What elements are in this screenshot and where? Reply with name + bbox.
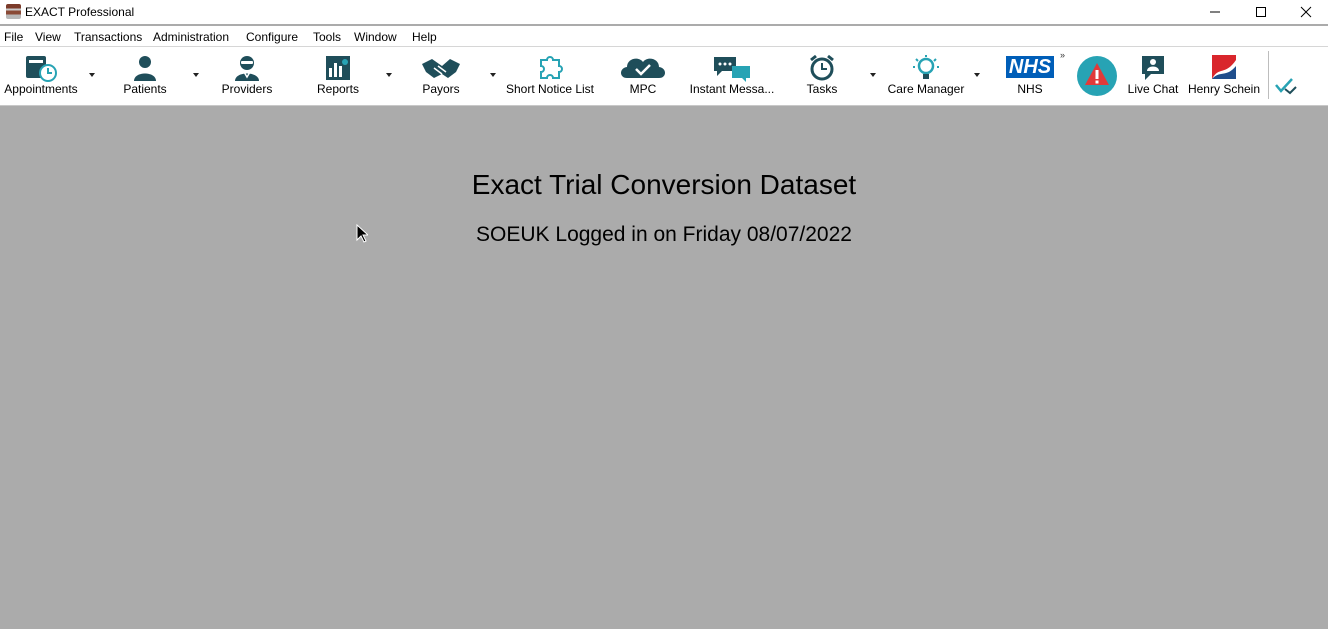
maximize-icon xyxy=(1256,7,1266,17)
menu-window[interactable]: Window xyxy=(354,30,397,44)
alert-button[interactable] xyxy=(1074,47,1120,103)
menu-administration[interactable]: Administration xyxy=(153,30,229,44)
nhs-button[interactable]: NHS NHS xyxy=(1000,47,1060,103)
reports-icon xyxy=(326,56,350,80)
menu-configure[interactable]: Configure xyxy=(246,30,298,44)
close-icon xyxy=(1300,6,1312,18)
appointments-label: Appointments xyxy=(4,82,78,96)
appointments-icon xyxy=(26,56,57,82)
maximize-button[interactable] xyxy=(1239,0,1285,24)
patients-label: Patients xyxy=(123,82,167,96)
alarm-clock-icon xyxy=(810,54,834,81)
henry-schein-button[interactable]: Henry Schein xyxy=(1186,47,1262,103)
toolbar-overflow-chevron[interactable]: » xyxy=(1060,50,1065,60)
payors-dropdown-arrow[interactable] xyxy=(490,73,496,77)
title-bar: EXACT Professional xyxy=(0,0,1328,24)
live-chat-icon xyxy=(1142,56,1164,80)
reports-button[interactable]: Reports xyxy=(306,47,370,103)
tasks-button[interactable]: Tasks xyxy=(796,47,848,103)
app-icon xyxy=(6,4,21,19)
patients-button[interactable]: Patients xyxy=(112,47,178,103)
appointments-dropdown-arrow[interactable] xyxy=(89,73,95,77)
lightbulb-icon xyxy=(913,55,939,79)
menu-bar: File View Transactions Administration Co… xyxy=(0,26,1328,46)
menu-help[interactable]: Help xyxy=(412,30,437,44)
provider-icon xyxy=(235,56,259,81)
alert-icon xyxy=(1077,56,1117,96)
toolbar-separator xyxy=(1268,51,1269,99)
nhs-label: NHS xyxy=(1017,82,1043,96)
chat-bubbles-icon xyxy=(714,57,750,82)
instant-messaging-button[interactable]: Instant Messa... xyxy=(688,47,776,103)
close-button[interactable] xyxy=(1284,0,1328,24)
henry-schein-label: Henry Schein xyxy=(1187,82,1261,96)
dentally-check-icon[interactable] xyxy=(1272,75,1298,97)
menu-file[interactable]: File xyxy=(4,30,23,44)
tasks-dropdown-arrow[interactable] xyxy=(870,73,876,77)
minimize-icon xyxy=(1210,11,1220,13)
live-chat-label: Live Chat xyxy=(1127,82,1179,96)
henry-schein-logo-icon xyxy=(1212,55,1236,79)
mpc-button[interactable]: MPC xyxy=(610,47,676,103)
window-title: EXACT Professional xyxy=(25,5,135,19)
minimize-button[interactable] xyxy=(1193,0,1239,24)
patient-icon xyxy=(134,56,156,81)
puzzle-icon xyxy=(540,56,563,79)
reports-dropdown-arrow[interactable] xyxy=(386,73,392,77)
instant-messaging-label: Instant Messa... xyxy=(689,82,775,96)
cloud-check-icon xyxy=(621,58,665,78)
patients-dropdown-arrow[interactable] xyxy=(193,73,199,77)
appointments-button[interactable]: Appointments xyxy=(0,47,82,103)
handshake-icon xyxy=(422,59,460,78)
nhs-logo-icon: NHS xyxy=(1006,56,1054,78)
mpc-label: MPC xyxy=(629,82,657,96)
providers-button[interactable]: Providers xyxy=(214,47,280,103)
menu-tools[interactable]: Tools xyxy=(313,30,341,44)
payors-button[interactable]: Payors xyxy=(408,47,474,103)
menu-view[interactable]: View xyxy=(35,30,61,44)
care-manager-button[interactable]: Care Manager xyxy=(884,47,968,103)
toolbar: Appointments Patients Providers Reports xyxy=(0,46,1328,106)
providers-label: Providers xyxy=(221,82,273,96)
dataset-title: Exact Trial Conversion Dataset xyxy=(471,169,857,200)
menu-transactions[interactable]: Transactions xyxy=(74,30,142,44)
reports-label: Reports xyxy=(316,82,360,96)
care-manager-dropdown-arrow[interactable] xyxy=(974,73,980,77)
care-manager-label: Care Manager xyxy=(887,82,965,96)
short-notice-list-button[interactable]: Short Notice List xyxy=(502,47,598,103)
live-chat-button[interactable]: Live Chat xyxy=(1124,47,1182,103)
login-status: SOEUK Logged in on Friday 08/07/2022 xyxy=(476,223,852,246)
short-notice-list-label: Short Notice List xyxy=(505,82,595,96)
mouse-cursor-icon xyxy=(356,224,368,243)
tasks-label: Tasks xyxy=(806,82,838,96)
payors-label: Payors xyxy=(422,82,460,96)
